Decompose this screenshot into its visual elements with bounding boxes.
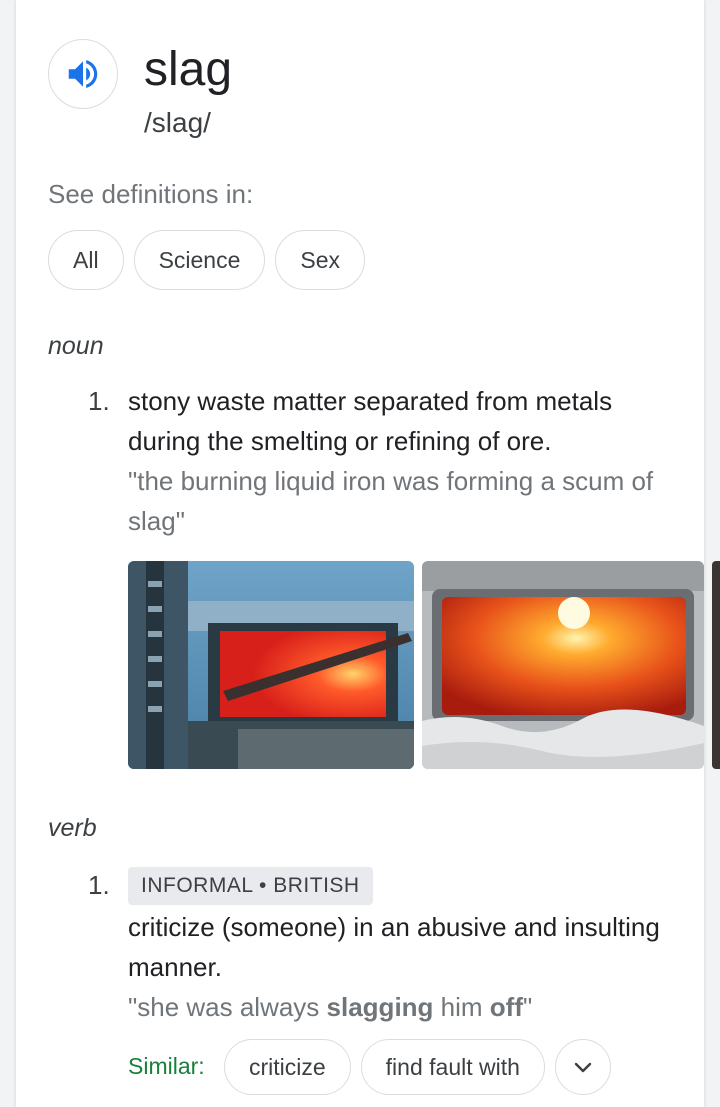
speaker-icon [68,60,98,88]
chip-all[interactable]: All [48,230,124,290]
example-text: "she was always [128,992,327,1022]
similar-chips: criticize find fault with [224,1039,611,1095]
similar-label: Similar: [128,1053,205,1079]
sense-number: 1. [88,870,110,900]
similar-chip-criticize[interactable]: criticize [224,1039,351,1095]
example-bold-word: slagging [326,992,434,1022]
example-text: him [433,992,490,1022]
pronunciation-button[interactable] [48,39,118,109]
chip-sex[interactable]: Sex [275,230,366,290]
definition-source-chips: All Science Sex [48,230,366,290]
example-text: " [522,992,533,1022]
example-bold-word: off [489,992,523,1022]
headword: slag [144,43,233,96]
noun-definition: stony waste matter separated from metals… [128,386,613,456]
see-definitions-label: See definitions in: [48,179,254,209]
furnace-image-1[interactable] [128,561,414,769]
similar-chip-find-fault-with[interactable]: find fault with [360,1039,545,1095]
chip-science[interactable]: Science [133,230,266,290]
chevron-down-icon [574,1062,592,1073]
dictionary-card: slag /slag/ See definitions in: All Scie… [16,0,704,1107]
verb-definition: criticize (someone) in an abusive and in… [128,912,660,982]
phonetic-spelling: /slag/ [144,107,211,138]
verb-example: "she was always slagging him off" [128,987,678,1027]
part-of-speech-noun: noun [48,332,104,360]
next-image-peek [712,561,720,769]
usage-tags: INFORMAL • BRITISH [128,867,373,905]
sense-number: 1. [88,386,110,416]
expand-similar-button[interactable] [554,1039,611,1095]
part-of-speech-verb: verb [48,814,97,842]
noun-example: "the burning liquid iron was forming a s… [128,466,654,536]
furnace-image-2[interactable] [422,561,704,769]
image-strip [128,561,704,769]
